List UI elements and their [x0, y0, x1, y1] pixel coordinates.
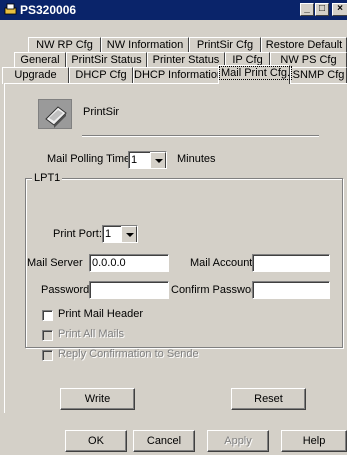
reply-confirmation-label: Reply Confirmation to Sende — [58, 348, 199, 360]
tab-label: Upgrade — [14, 69, 57, 81]
ok-button[interactable]: OK — [65, 430, 127, 452]
polling-unit: Minutes — [177, 153, 216, 165]
polling-time-select[interactable]: 1 — [128, 151, 167, 169]
printer-icon — [38, 99, 72, 129]
printer-app-icon — [4, 3, 17, 15]
apply-button: Apply — [207, 430, 269, 452]
tab-label: Printer Status — [152, 54, 220, 66]
tab-label: Mail Print Cfg. — [219, 66, 293, 80]
help-button[interactable]: Help — [281, 430, 347, 452]
tab-label: Restore Default — [265, 39, 343, 51]
tab-label: DHCP Information — [134, 69, 224, 81]
print-mail-header-checkbox[interactable] — [42, 310, 53, 321]
print-port-value: 1 — [105, 228, 112, 240]
print-port-label: Print Port: — [53, 228, 102, 240]
write-button[interactable]: Write — [60, 388, 135, 410]
cancel-button[interactable]: Cancel — [133, 430, 195, 452]
window-title: PS320006 — [20, 3, 77, 17]
tab-snmp-cfg[interactable]: SNMP Cfg — [290, 67, 347, 84]
tab-dhcp-cfg[interactable]: DHCP Cfg — [69, 67, 133, 84]
minimize-button[interactable]: _ — [300, 3, 314, 16]
confirm-password-label: Confirm Password — [171, 284, 261, 296]
header-label: PrintSir — [83, 106, 120, 118]
tab-label: NW RP Cfg — [36, 39, 93, 51]
password-input[interactable] — [89, 281, 169, 299]
tab-label: NW Information — [106, 39, 184, 51]
print-all-mails-label: Print All Mails — [58, 328, 125, 340]
mail-server-label: Mail Server — [27, 257, 83, 269]
tab-dhcp-information[interactable]: DHCP Information — [133, 67, 224, 84]
mail-account-input[interactable] — [252, 254, 330, 272]
chevron-down-icon[interactable] — [150, 152, 166, 168]
reset-button[interactable]: Reset — [231, 388, 306, 410]
title-bar[interactable]: PS320006 _ □ × — [0, 0, 347, 20]
reply-confirmation-checkbox[interactable] — [42, 350, 53, 361]
password-label: Password — [41, 284, 90, 296]
separator — [82, 135, 319, 137]
mail-server-input[interactable]: 0.0.0.0 — [89, 254, 169, 272]
confirm-password-input[interactable] — [252, 281, 330, 299]
tab-label: DHCP Cfg — [75, 69, 127, 81]
tab-mail-print-cfg[interactable]: Mail Print Cfg. — [218, 65, 293, 84]
close-button[interactable]: × — [332, 3, 347, 16]
tab-upgrade[interactable]: Upgrade — [2, 67, 69, 84]
maximize-button[interactable]: □ — [315, 3, 329, 16]
print-all-mails-checkbox[interactable] — [42, 330, 53, 341]
tab-label: PrintSir Status — [71, 54, 142, 66]
print-mail-header-label[interactable]: Print Mail Header — [58, 308, 143, 320]
tab-label: PrintSir Cfg — [196, 39, 254, 51]
tab-label: SNMP Cfg — [292, 69, 345, 81]
tab-label: General — [20, 54, 60, 66]
print-port-select[interactable]: 1 — [102, 225, 138, 243]
chevron-down-icon[interactable] — [121, 226, 137, 242]
lpt1-group-title: LPT1 — [32, 172, 63, 184]
polling-label: Mail Polling Time: — [47, 153, 134, 165]
polling-time-value: 1 — [131, 154, 138, 166]
mail-account-label: Mail Account — [190, 257, 253, 269]
